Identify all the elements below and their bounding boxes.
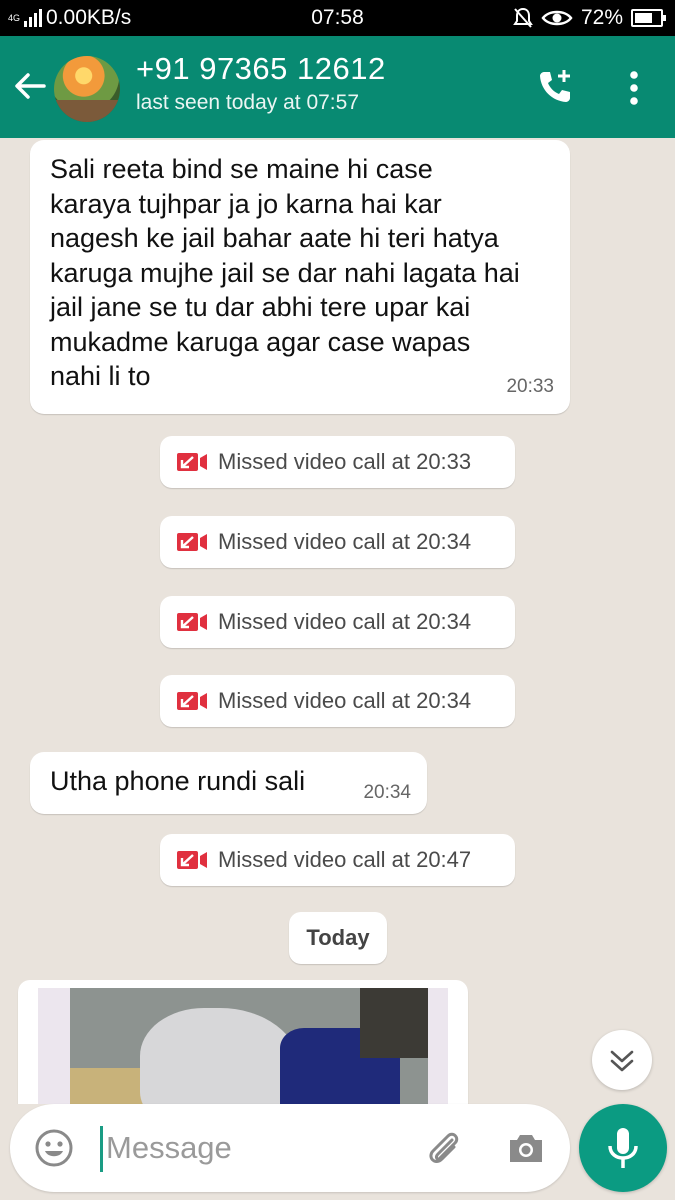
status-bar: 4G 0.00KB/s 07:58 72% [0,0,675,36]
eye-icon [541,10,573,26]
message-time: 20:34 [363,782,411,803]
chat-header: +91 97365 12612 last seen today at 07:57 [0,36,675,138]
missed-call-text: Missed video call at 20:34 [218,688,472,713]
missed-call-notice[interactable]: Missed video call at 20:33 [160,436,515,488]
date-divider: Today [289,912,387,964]
missed-video-call-icon [177,533,207,551]
image-thumbnail[interactable] [38,988,448,1104]
message-input-container[interactable] [10,1104,570,1192]
message-time: 20:33 [506,375,554,397]
missed-video-call-icon [177,613,207,631]
message-text: Utha phone rundi sali [50,766,306,796]
double-chevron-down-icon[interactable] [592,1030,652,1090]
contact-name: +91 97365 12612 [136,51,386,86]
more-vertical-icon[interactable] [620,68,648,108]
missed-call-text: Missed video call at 20:34 [218,609,472,634]
missed-video-call-icon [177,453,207,471]
mute-icon [513,7,533,28]
battery-icon [631,9,666,27]
missed-call-text: Missed video call at 20:33 [218,449,472,474]
emoji-icon[interactable] [32,1126,76,1170]
add-call-icon[interactable] [534,66,576,108]
missed-video-call-icon [177,692,207,710]
compose-bar [0,1104,675,1200]
last-seen-status: last seen today at 07:57 [136,91,359,114]
text-cursor [100,1126,103,1172]
camera-icon[interactable] [504,1126,548,1170]
missed-call-notice[interactable]: Missed video call at 20:34 [160,675,515,727]
image-message[interactable] [18,980,468,1104]
missed-call-notice[interactable]: Missed video call at 20:34 [160,516,515,568]
missed-call-notice[interactable]: Missed video call at 20:47 [160,834,515,886]
back-arrow-icon[interactable] [10,66,50,106]
contact-info[interactable]: +91 97365 12612 last seen today at 07:57 [136,50,386,118]
missed-call-notice[interactable]: Missed video call at 20:34 [160,596,515,648]
missed-call-text: Missed video call at 20:47 [218,847,472,872]
mic-icon[interactable] [579,1104,667,1192]
incoming-message[interactable]: Sali reeta bind se maine hi case karaya … [30,140,570,414]
missed-call-text: Missed video call at 20:34 [218,529,472,554]
contact-avatar[interactable] [54,56,120,122]
incoming-message[interactable]: Utha phone rundi sali 20:34 [30,752,427,814]
photo [70,988,428,1104]
missed-video-call-icon [177,851,207,869]
paperclip-icon[interactable] [422,1126,466,1170]
battery-percent: 72% [580,6,623,29]
message-input[interactable] [106,1124,406,1172]
message-text: Sali reeta bind se maine hi case karaya … [50,154,520,391]
chat-area[interactable]: Sali reeta bind se maine hi case karaya … [0,138,675,1104]
